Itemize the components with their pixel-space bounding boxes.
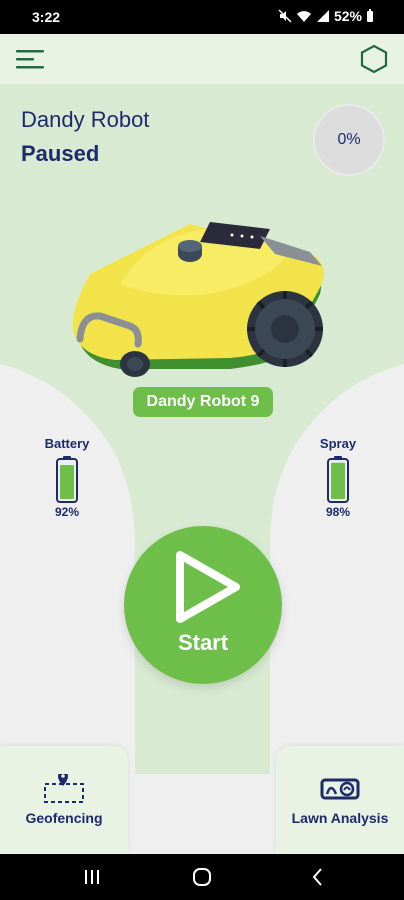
battery-value: 92% bbox=[54, 505, 80, 519]
lawn-analysis-label: Lawn Analysis bbox=[291, 810, 389, 826]
battery-label: Battery bbox=[44, 436, 90, 451]
status-bar: 3:22 52% bbox=[0, 0, 404, 34]
geofence-icon bbox=[44, 774, 84, 803]
top-bar bbox=[0, 34, 404, 84]
robot-label-badge: Dandy Robot 9 bbox=[133, 387, 273, 417]
spray-tank-icon bbox=[327, 456, 349, 503]
battery-percent: 52% bbox=[333, 8, 362, 24]
system-nav-bar bbox=[0, 854, 404, 900]
robot-status: Paused bbox=[21, 141, 100, 166]
wifi-icon bbox=[296, 11, 311, 22]
status-icons: 52% bbox=[278, 8, 374, 24]
back-icon[interactable] bbox=[304, 864, 332, 890]
lawn-analysis-icon bbox=[320, 778, 360, 800]
spray-label: Spray bbox=[319, 436, 357, 451]
lawn-analysis-button[interactable]: Lawn Analysis bbox=[276, 746, 404, 854]
recent-apps-icon[interactable] bbox=[78, 864, 106, 890]
status-time: 3:22 bbox=[32, 9, 61, 25]
play-icon bbox=[176, 551, 240, 623]
mute-icon bbox=[278, 9, 292, 23]
hexagon-icon[interactable] bbox=[360, 44, 388, 74]
start-label: Start bbox=[177, 630, 229, 655]
signal-icon bbox=[316, 10, 329, 22]
spray-value: 98% bbox=[325, 505, 351, 519]
home-icon[interactable] bbox=[188, 864, 216, 890]
robot-label-text: Dandy Robot 9 bbox=[146, 393, 260, 410]
geofencing-label: Geofencing bbox=[25, 810, 103, 826]
start-button[interactable]: Start bbox=[124, 526, 282, 684]
battery-status-icon bbox=[367, 9, 373, 22]
progress-value: 0% bbox=[337, 131, 361, 148]
progress-indicator: 0% bbox=[313, 104, 385, 176]
battery-gauge: Battery 92% bbox=[27, 436, 107, 519]
battery-icon bbox=[56, 456, 78, 503]
robot-name: Dandy Robot bbox=[21, 107, 150, 132]
geofencing-button[interactable]: Geofencing bbox=[0, 746, 128, 854]
menu-icon[interactable] bbox=[14, 46, 46, 72]
spray-gauge: Spray 98% bbox=[298, 436, 378, 519]
app-screen: Dandy Robot Paused 0% Dandy Robot 9 Batt… bbox=[0, 34, 404, 854]
robot-image bbox=[72, 222, 324, 377]
